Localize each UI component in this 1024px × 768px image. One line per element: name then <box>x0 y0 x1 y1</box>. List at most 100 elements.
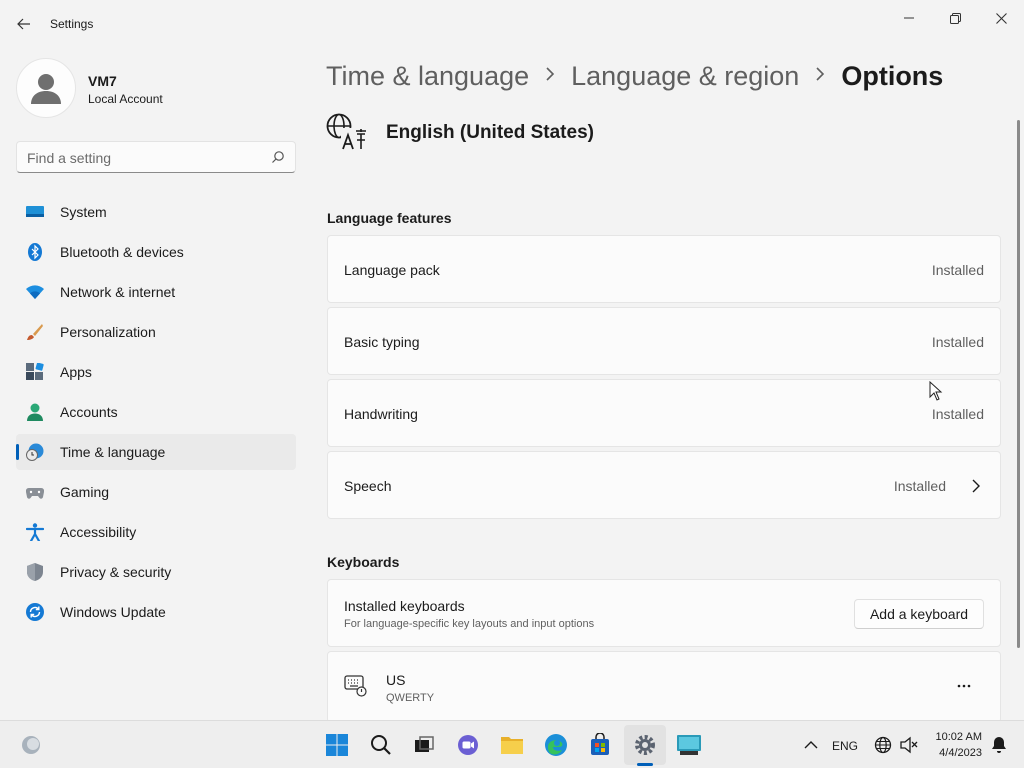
sidebar-item-network[interactable]: Network & internet <box>16 274 296 310</box>
more-options-button[interactable] <box>950 676 978 696</box>
globe-icon <box>874 736 892 754</box>
installed-keyboards-title: Installed keyboards <box>344 598 465 614</box>
wifi-icon <box>26 285 44 299</box>
breadcrumb-time-language[interactable]: Time & language <box>326 61 529 92</box>
close-icon <box>995 12 1007 24</box>
feature-card-basic-typing: Basic typing Installed <box>327 307 1001 375</box>
sidebar-item-label: Privacy & security <box>60 564 172 580</box>
sidebar-item-label: Time & language <box>60 444 166 460</box>
system-icon <box>26 206 44 217</box>
keyboard-item-us: US QWERTY <box>327 651 1001 723</box>
bluetooth-icon <box>28 243 42 261</box>
language-name: English (United States) <box>386 122 594 143</box>
notifications-button[interactable] <box>986 732 1012 758</box>
input-indicator[interactable]: ENG <box>832 739 858 753</box>
chat-button[interactable] <box>455 732 481 758</box>
account-type: Local Account <box>88 92 163 106</box>
user-icon <box>31 74 61 104</box>
sidebar-item-bluetooth[interactable]: Bluetooth & devices <box>16 234 296 270</box>
feature-status: Installed <box>893 478 946 494</box>
gear-icon <box>635 735 655 755</box>
edge-icon <box>545 734 567 756</box>
globe-clock-icon <box>26 443 44 461</box>
clock[interactable]: 10:02 AM 4/4/2023 <box>928 729 982 761</box>
chevron-up-icon <box>804 741 818 749</box>
sidebar-item-apps[interactable]: Apps <box>16 354 296 390</box>
user-name: VM7 <box>88 73 117 89</box>
search-box <box>16 141 296 173</box>
sidebar-item-label: Accounts <box>60 404 118 420</box>
sidebar-item-time-language[interactable]: Time & language <box>16 434 296 470</box>
settings-button[interactable] <box>632 732 658 758</box>
start-button[interactable] <box>324 732 350 758</box>
sidebar-nav: System Bluetooth & devices Network & int… <box>16 194 296 634</box>
feature-label: Language pack <box>344 262 440 278</box>
apps-icon <box>26 363 44 380</box>
sidebar-item-privacy[interactable]: Privacy & security <box>16 554 296 590</box>
title-bar: Settings <box>0 0 1024 48</box>
show-hidden-icons-button[interactable] <box>798 732 824 758</box>
taskbar-search-button[interactable] <box>368 732 394 758</box>
minimize-button[interactable] <box>886 4 932 32</box>
feature-status: Installed <box>931 406 984 422</box>
store-icon <box>591 733 609 755</box>
volume-muted-icon <box>900 736 918 754</box>
keyboard-name: US <box>386 672 406 688</box>
keyboard-icon <box>344 675 367 697</box>
search-icon[interactable] <box>271 150 285 164</box>
scrollbar[interactable] <box>1017 120 1020 648</box>
sidebar-item-personalization[interactable]: Personalization <box>16 314 296 350</box>
notification-bell-icon <box>992 737 1006 753</box>
sidebar-item-label: Gaming <box>60 484 110 500</box>
language-icon <box>326 113 367 150</box>
chat-icon <box>458 735 478 755</box>
feature-card-speech[interactable]: Speech Installed <box>327 451 1001 519</box>
sidebar-item-label: Bluetooth & devices <box>60 244 184 260</box>
edge-button[interactable] <box>543 732 569 758</box>
feature-status: Installed <box>931 262 984 278</box>
folder-icon <box>501 737 523 754</box>
clock-time: 10:02 AM <box>935 731 982 743</box>
sidebar-item-accounts[interactable]: Accounts <box>16 394 296 430</box>
close-button[interactable] <box>978 4 1024 32</box>
chevron-right-icon <box>545 66 555 86</box>
feature-status: Installed <box>931 334 984 350</box>
weather-widget[interactable] <box>18 732 44 758</box>
brush-icon <box>27 324 43 340</box>
sidebar-item-system[interactable]: System <box>16 194 296 230</box>
person-icon <box>27 403 43 421</box>
add-keyboard-button[interactable]: Add a keyboard <box>854 599 984 629</box>
update-icon <box>26 603 44 621</box>
more-icon <box>957 684 971 688</box>
mouse-cursor-icon <box>929 381 943 401</box>
remote-desktop-button[interactable] <box>676 732 702 758</box>
breadcrumb-language-region[interactable]: Language & region <box>571 61 799 92</box>
weather-icon <box>22 736 40 754</box>
task-view-icon <box>415 736 434 752</box>
sidebar-item-windows-update[interactable]: Windows Update <box>16 594 296 630</box>
sidebar-item-label: Accessibility <box>60 524 137 540</box>
installed-keyboards-subtitle: For language-specific key layouts and in… <box>344 618 595 630</box>
clock-date: 4/4/2023 <box>939 747 982 759</box>
search-input[interactable] <box>27 148 257 168</box>
task-view-button[interactable] <box>411 732 437 758</box>
section-title-language-features: Language features <box>327 210 452 226</box>
feature-card-language-pack: Language pack Installed <box>327 235 1001 303</box>
search-icon <box>371 735 391 755</box>
store-button[interactable] <box>587 732 613 758</box>
restore-icon <box>949 12 961 24</box>
sidebar-item-label: Personalization <box>60 324 156 340</box>
avatar[interactable] <box>16 58 76 118</box>
file-explorer-button[interactable] <box>499 732 525 758</box>
sidebar-item-gaming[interactable]: Gaming <box>16 474 296 510</box>
app-title: Settings <box>50 17 94 31</box>
feature-label: Speech <box>344 478 392 494</box>
network-button[interactable] <box>870 732 896 758</box>
sidebar-item-accessibility[interactable]: Accessibility <box>16 514 296 550</box>
maximize-button[interactable] <box>932 4 978 32</box>
back-button[interactable] <box>10 10 38 38</box>
page-title: Options <box>841 60 944 91</box>
chevron-right-icon <box>815 66 825 86</box>
volume-button[interactable] <box>896 732 922 758</box>
feature-label: Handwriting <box>344 406 418 422</box>
